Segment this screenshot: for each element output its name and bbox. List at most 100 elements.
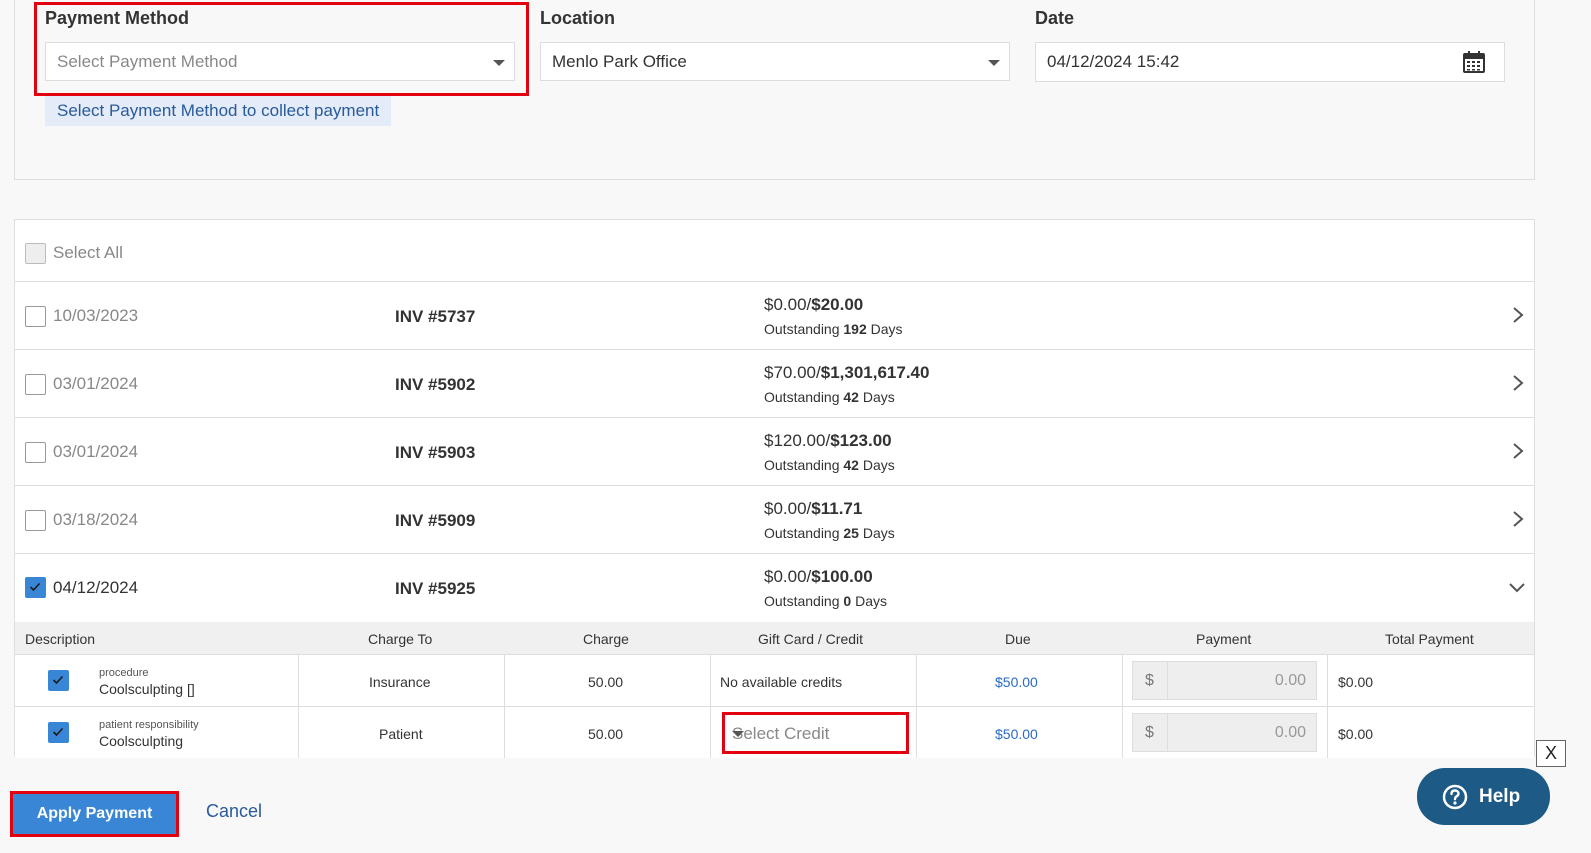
select-all-checkbox[interactable] — [25, 243, 46, 264]
invoice-number: INV #5737 — [395, 307, 476, 326]
invoice-number: INV #5902 — [395, 375, 476, 394]
calendar-icon[interactable] — [1462, 50, 1486, 79]
line-item-checkbox[interactable] — [48, 670, 69, 691]
invoice-date: 03/01/2024 — [53, 374, 139, 393]
outstanding-prefix: Outstanding — [764, 389, 844, 405]
divider — [504, 655, 505, 706]
select-all-row: Select All — [15, 220, 1534, 282]
help-button[interactable]: Help — [1417, 768, 1550, 825]
location-value: Menlo Park Office — [552, 52, 687, 71]
invoice-checkbox[interactable] — [25, 374, 46, 395]
invoice-outstanding: Outstanding 192 Days — [764, 321, 903, 337]
line-item-name: Coolsculpting [] — [99, 681, 195, 697]
divider — [1122, 707, 1123, 758]
chevron-right-icon[interactable] — [1512, 510, 1524, 533]
charge-to: Patient — [379, 726, 423, 742]
location-select[interactable]: Menlo Park Office — [540, 42, 1010, 81]
outstanding-days: 25 — [843, 525, 859, 541]
invoice-list: Select All 10/03/2023 INV #5737 $0.00/$2… — [14, 219, 1535, 758]
date-input[interactable]: 04/12/2024 15:42 — [1035, 42, 1505, 82]
divider — [710, 707, 711, 758]
charge-amount: 50.00 — [588, 726, 624, 742]
invoice-row-expanded[interactable]: 04/12/2024 INV #5925 $0.00/$100.00 Outst… — [15, 554, 1534, 622]
invoice-row[interactable]: 03/01/2024 INV #5902 $70.00/$1,301,617.4… — [15, 350, 1534, 418]
outstanding-suffix: Days — [858, 457, 895, 473]
outstanding-prefix: Outstanding — [764, 457, 844, 473]
currency-symbol: $ — [1145, 672, 1154, 689]
location-label: Location — [540, 8, 615, 28]
divider — [916, 655, 917, 706]
cancel-button[interactable]: Cancel — [206, 801, 262, 822]
invoice-amount: $0.00/$20.00 — [764, 295, 863, 315]
payment-method-hint: Select Payment Method to collect payment — [45, 96, 392, 126]
invoice-outstanding: Outstanding 42 Days — [764, 457, 895, 473]
charge-amount: 50.00 — [588, 674, 624, 690]
invoice-row[interactable]: 10/03/2023 INV #5737 $0.00/$20.00 Outsta… — [15, 282, 1534, 350]
payment-header-panel: Payment Method Select Payment Method Loc… — [14, 0, 1535, 180]
col-payment: Payment — [1196, 631, 1252, 647]
invoice-number: INV #5909 — [395, 511, 476, 530]
chevron-right-icon[interactable] — [1512, 442, 1524, 465]
invoice-total: $11.71 — [811, 499, 863, 518]
invoice-checkbox[interactable] — [25, 510, 46, 531]
total-payment: $0.00 — [1338, 674, 1374, 690]
invoice-total: $123.00 — [830, 431, 892, 450]
col-total-payment: Total Payment — [1385, 631, 1474, 647]
line-item-row: patient responsibility Coolsculpting Pat… — [15, 706, 1534, 758]
invoice-paid: $0.00/ — [764, 499, 812, 518]
invoice-row[interactable]: 03/18/2024 INV #5909 $0.00/$11.71 Outsta… — [15, 486, 1534, 554]
select-credit-dropdown[interactable]: Select Credit — [722, 712, 909, 754]
line-item-name: Coolsculpting — [99, 733, 184, 749]
invoice-date: 04/12/2024 — [53, 578, 139, 597]
outstanding-suffix: Days — [858, 525, 895, 541]
divider — [1167, 714, 1168, 751]
divider — [298, 655, 299, 706]
chevron-down-icon — [988, 60, 1000, 66]
invoice-date: 10/03/2023 — [53, 306, 139, 325]
invoice-date: 03/01/2024 — [53, 442, 139, 461]
select-all-label: Select All — [53, 243, 123, 262]
outstanding-suffix: Days — [851, 593, 887, 609]
payment-input[interactable]: $ 0.00 — [1132, 713, 1317, 752]
total-payment: $0.00 — [1338, 726, 1374, 742]
invoice-total: $1,301,617.40 — [820, 363, 930, 382]
invoice-row[interactable]: 03/01/2024 INV #5903 $120.00/$123.00 Out… — [15, 418, 1534, 486]
invoice-checkbox[interactable] — [25, 306, 46, 327]
col-gift-card-credit: Gift Card / Credit — [758, 631, 864, 647]
help-label: Help — [1479, 786, 1521, 807]
apply-payment-button[interactable]: Apply Payment — [10, 791, 179, 837]
invoice-paid: $70.00/ — [764, 363, 821, 382]
invoice-outstanding: Outstanding 25 Days — [764, 525, 895, 541]
due-amount: $50.00 — [995, 674, 1038, 690]
outstanding-days: 42 — [843, 457, 859, 473]
chevron-right-icon[interactable] — [1512, 374, 1524, 397]
outstanding-prefix: Outstanding — [764, 525, 844, 541]
divider — [1327, 707, 1328, 758]
chevron-right-icon[interactable] — [1512, 306, 1524, 329]
divider — [710, 655, 711, 706]
invoice-amount: $0.00/$11.71 — [764, 499, 862, 519]
help-icon — [1442, 784, 1468, 810]
invoice-checkbox[interactable] — [25, 577, 46, 598]
date-value: 04/12/2024 15:42 — [1047, 52, 1180, 71]
divider — [1122, 655, 1123, 706]
invoice-paid: $0.00/ — [764, 567, 812, 586]
payment-value: 0.00 — [1274, 724, 1306, 741]
invoice-total: $100.00 — [811, 567, 873, 586]
chevron-down-icon — [732, 731, 744, 737]
select-credit-placeholder: Select Credit — [732, 724, 830, 743]
currency-symbol: $ — [1145, 724, 1154, 741]
line-item-checkbox[interactable] — [48, 722, 69, 743]
credit-status: No available credits — [720, 674, 843, 690]
invoice-amount: $70.00/$1,301,617.40 — [764, 363, 929, 383]
col-description: Description — [25, 631, 96, 647]
chevron-down-icon[interactable] — [1508, 581, 1526, 599]
invoice-paid: $0.00/ — [764, 295, 812, 314]
divider — [298, 707, 299, 758]
invoice-amount: $120.00/$123.00 — [764, 431, 892, 451]
close-button[interactable]: X — [1536, 740, 1566, 767]
invoice-checkbox[interactable] — [25, 442, 46, 463]
payment-input[interactable]: $ 0.00 — [1132, 661, 1317, 700]
payment-value: 0.00 — [1274, 672, 1306, 689]
line-item-row: procedure Coolsculpting [] Insurance 50.… — [15, 654, 1534, 706]
